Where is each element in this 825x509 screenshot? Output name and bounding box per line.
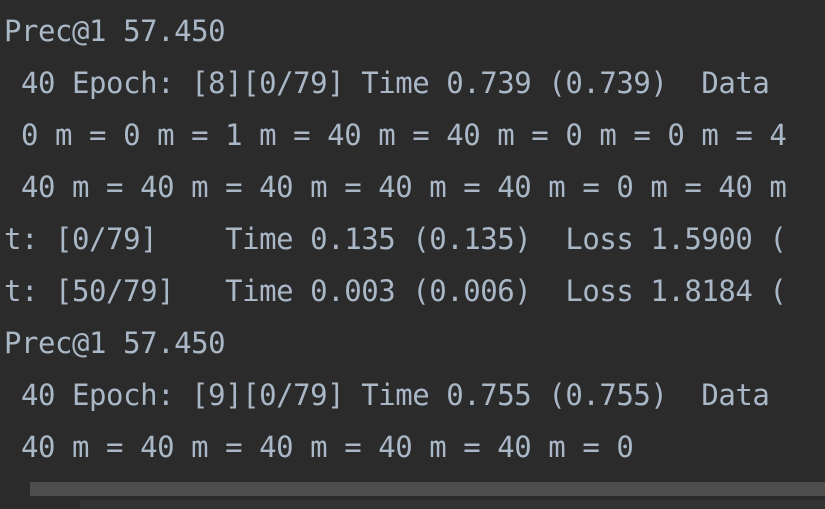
console-output: Prec@1 57.450 40 Epoch: [8][0/79] Time 0…: [0, 0, 825, 509]
console-line: 40 m = 40 m = 40 m = 40 m = 40 m = 0: [4, 430, 634, 464]
console-line: 40 m = 40 m = 40 m = 40 m = 40 m = 0 m =…: [4, 170, 787, 204]
console-line: t: [0/79] Time 0.135 (0.135) Loss 1.5900…: [4, 222, 787, 256]
status-strip: [0, 500, 825, 509]
console-line: 0 m = 0 m = 1 m = 40 m = 40 m = 0 m = 0 …: [4, 118, 787, 152]
console-line: 40 Epoch: [8][0/79] Time 0.739 (0.739) D…: [4, 66, 770, 100]
console-line: Prec@1 57.450: [4, 326, 226, 360]
console-line: 40 Epoch: [9][0/79] Time 0.755 (0.755) D…: [4, 378, 770, 412]
console-line: t: [50/79] Time 0.003 (0.006) Loss 1.818…: [4, 274, 787, 308]
status-strip-left: [0, 500, 80, 509]
horizontal-scrollbar-thumb[interactable]: [30, 482, 825, 496]
console-line: Prec@1 57.450: [4, 14, 226, 48]
